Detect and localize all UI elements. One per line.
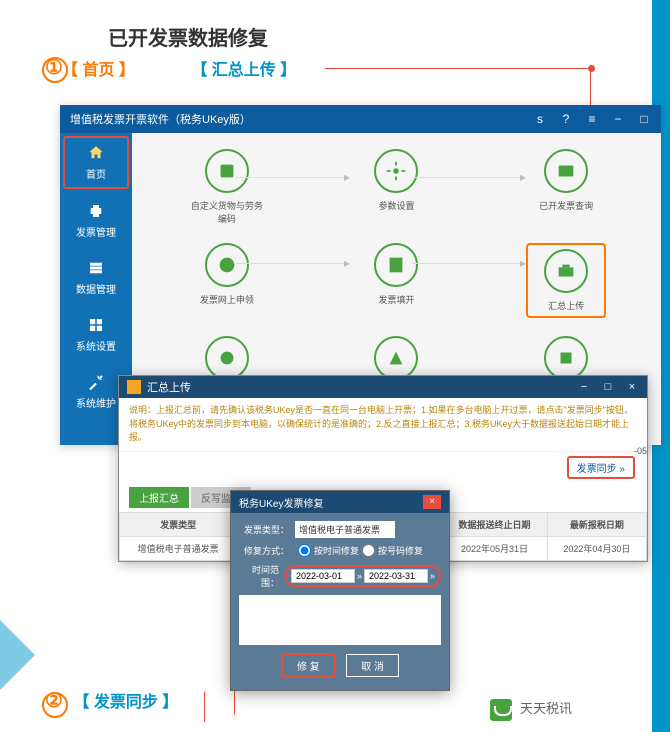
connector — [412, 263, 524, 264]
sidebar-label: 数据管理 — [76, 285, 116, 296]
step1-number: ① — [45, 55, 63, 80]
arrow-icon: ▸ — [520, 256, 526, 270]
tile-fill[interactable]: 发票填开 — [356, 243, 436, 318]
date-from-input[interactable] — [291, 569, 355, 583]
sidebar-label: 系统设置 — [76, 342, 116, 353]
modal-titlebar: 税务UKey发票修复 × — [231, 491, 449, 513]
app-titlebar: 增值税发票开票软件（税务UKey版） s ? ≡ − □ — [60, 105, 661, 133]
td: 2022年05月31日 — [442, 536, 548, 560]
popup-title: 汇总上传 — [147, 379, 567, 395]
maximize-icon[interactable]: □ — [637, 112, 651, 126]
modal-title: 税务UKey发票修复 — [239, 495, 423, 510]
close-icon[interactable]: × — [423, 495, 441, 509]
mode-label: 修复方式： — [239, 544, 289, 557]
arrow-icon: ▸ — [520, 170, 526, 184]
sidebar-label: 首页 — [86, 170, 106, 181]
tile-summary-upload[interactable]: 汇总上传 — [526, 243, 606, 318]
radio-by-number[interactable] — [362, 544, 375, 557]
step2-number: ② — [45, 690, 63, 712]
app-icon — [127, 380, 141, 394]
home-icon — [87, 144, 105, 162]
td: 2022年04月30日 — [547, 536, 646, 560]
extra-text: -05 — [634, 446, 647, 456]
cancel-button[interactable]: 取 消 — [346, 654, 399, 677]
th: 数据报送终止日期 — [442, 512, 548, 536]
tile-label: 参数设置 — [378, 201, 414, 211]
data-icon — [87, 259, 105, 277]
step1-labels: 【 首页 】 【 汇总上传 】 — [62, 56, 296, 80]
notice-text: 说明：上报汇总前，请先确认该税务UKey是否一直在同一台电脑上开票；1.如果在多… — [119, 398, 647, 452]
sidebar-item-data[interactable]: 数据管理 — [60, 249, 132, 306]
repair-button[interactable]: 修 复 — [281, 653, 336, 678]
th: 最新报税日期 — [547, 512, 646, 536]
tile-label: 发票网上申领 — [200, 295, 254, 305]
tile-query[interactable]: 已开发票查询 — [526, 149, 606, 225]
app-title: 增值税发票开票软件（税务UKey版） — [70, 111, 521, 127]
step2: ② 【 发票同步 】 — [45, 688, 178, 713]
result-area — [239, 595, 441, 645]
radio-label: 按号码修复 — [378, 544, 423, 557]
close-icon[interactable]: × — [625, 381, 639, 393]
printer-icon — [87, 202, 105, 220]
type-select[interactable]: 增值税电子普通发票 — [295, 521, 395, 538]
sidebar-item-invoice[interactable]: 发票管理 — [60, 192, 132, 249]
tile-custom-code[interactable]: 自定义货物与劳务编码 — [187, 149, 267, 225]
date-to-input[interactable] — [364, 569, 428, 583]
connector — [236, 177, 348, 178]
date-range-highlight: » » — [285, 565, 441, 587]
connector — [412, 177, 524, 178]
footer-text: 天天税讯 — [520, 701, 572, 716]
footer: 天天税讯 — [490, 698, 572, 721]
radio-by-time[interactable] — [298, 544, 311, 557]
sidebar-label: 系统维护 — [76, 399, 116, 410]
step1-home: 【 首页 】 — [62, 62, 135, 79]
repair-modal: 税务UKey发票修复 × 发票类型： 增值税电子普通发票 修复方式： 按时间修复… — [230, 490, 450, 691]
connector — [236, 263, 348, 264]
date-label: 时间范围： — [239, 563, 279, 589]
arrow-icon: ▸ — [344, 170, 350, 184]
tile-label: 已开发票查询 — [539, 201, 593, 211]
minimize-icon[interactable]: − — [611, 112, 625, 126]
tab-report[interactable]: 上报汇总 — [129, 487, 189, 508]
minimize-icon[interactable]: − — [577, 381, 591, 393]
arrow-icon: ▸ — [344, 256, 350, 270]
page-title: 已开发票数据修复 — [108, 22, 268, 51]
callout-line — [325, 68, 590, 69]
sync-button[interactable]: 发票同步 » — [567, 456, 635, 479]
wechat-icon — [490, 699, 512, 721]
tile-apply[interactable]: 发票网上申领 — [187, 243, 267, 318]
menu-icon[interactable]: ≡ — [585, 112, 599, 126]
step1-upload: 【 汇总上传 】 — [191, 62, 296, 79]
tile-label: 发票填开 — [378, 295, 414, 305]
td: 增值税电子普通发票 — [120, 536, 237, 560]
grid-icon — [87, 316, 105, 334]
help-icon[interactable]: ? — [559, 112, 573, 126]
tools-icon — [87, 373, 105, 391]
settings-icon[interactable]: s — [533, 112, 547, 126]
tile-label: 自定义货物与劳务编码 — [191, 201, 263, 224]
type-label: 发票类型： — [239, 523, 289, 536]
th: 发票类型 — [120, 512, 237, 536]
maximize-icon[interactable]: □ — [601, 381, 615, 393]
sidebar-item-home[interactable]: 首页 — [63, 136, 129, 189]
callout-line — [204, 692, 205, 722]
radio-label: 按时间修复 — [314, 544, 359, 557]
tile-label: 汇总上传 — [548, 301, 584, 311]
popup-titlebar: 汇总上传 − □ × — [119, 376, 647, 398]
tile-params[interactable]: 参数设置 — [356, 149, 436, 225]
step2-label: 【 发票同步 】 — [73, 694, 178, 711]
sidebar-item-settings[interactable]: 系统设置 — [60, 306, 132, 363]
sidebar-label: 发票管理 — [76, 228, 116, 239]
